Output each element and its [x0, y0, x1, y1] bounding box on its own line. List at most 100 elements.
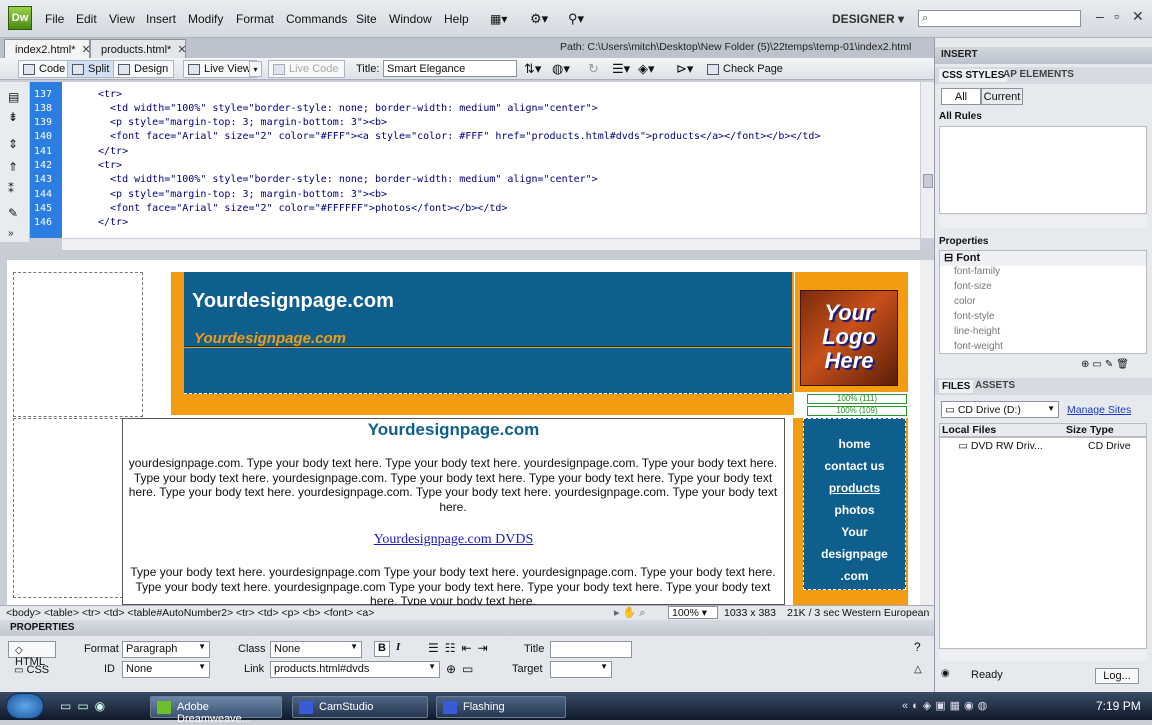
minimize-button[interactable]: – [1096, 8, 1104, 24]
list-indent-icons[interactable]: ☰☷⇤⇥ [428, 641, 494, 655]
system-tray-icons[interactable]: «◐◈▣▦◉◍ [902, 699, 991, 712]
local-files-header[interactable]: Local Files [942, 424, 996, 436]
close-button[interactable]: ✕ [1132, 8, 1144, 25]
id-select[interactable]: None ▼ [122, 661, 210, 678]
manage-sites-link[interactable]: Manage Sites [1067, 404, 1131, 416]
visual-aids-icon[interactable]: ◈▾ [638, 61, 655, 77]
property-row[interactable]: font-weight [940, 341, 1146, 356]
menu-window[interactable]: Window [389, 12, 432, 26]
menu-view[interactable]: View [109, 12, 135, 26]
taskbar-flashing[interactable]: Flashing [436, 696, 566, 718]
tab-css-styles[interactable]: CSS STYLES [939, 69, 1008, 82]
property-row[interactable]: font-family [940, 266, 1146, 281]
split-divider[interactable] [0, 250, 934, 260]
css-mode-button[interactable]: ▭ CSS [14, 664, 49, 676]
balance-braces-icon[interactable]: ⁑ [8, 182, 14, 196]
collapse-tag-icon[interactable]: ⇟ [8, 110, 18, 124]
expand-icon[interactable]: △ [914, 664, 922, 675]
type-header[interactable]: Type [1090, 424, 1114, 436]
window-size[interactable]: 1033 x 383 [724, 607, 776, 619]
taskbar-dreamweaver[interactable]: Adobe Dreamweave... [150, 696, 282, 725]
code-line[interactable]: <tr> [98, 160, 122, 171]
code-line[interactable]: <font face="Arial" size="2" color="#FFF"… [98, 131, 820, 142]
menu-commands[interactable]: Commands [286, 12, 347, 26]
select-tool-icon[interactable]: ▸ ✋ ⌕ [614, 606, 646, 620]
property-row[interactable]: font-size [940, 281, 1146, 296]
tab-assets[interactable]: ASSETS [975, 380, 1015, 391]
select-parent-tag-icon[interactable]: ⇑ [8, 160, 18, 174]
property-row[interactable]: font-style [940, 311, 1146, 326]
point-to-file-icon[interactable]: ⊕ [446, 662, 456, 676]
property-row[interactable]: color [940, 296, 1146, 311]
browse-folder-icon[interactable]: ▭ [462, 662, 473, 676]
link-input[interactable]: products.html#dvds ▼ [270, 661, 440, 678]
code-editor[interactable]: <tr> <td width="100%" style="border-styl… [62, 82, 920, 238]
refresh-icon[interactable]: ↻ [588, 61, 599, 77]
highlight-invalid-icon[interactable]: ✎ [8, 206, 18, 220]
validate-icon[interactable]: ⊳▾ [676, 61, 693, 77]
design-view-button[interactable]: Design [113, 60, 175, 78]
start-button[interactable] [6, 693, 44, 719]
class-select[interactable]: None ▼ [270, 641, 362, 658]
html-mode-button[interactable]: ◇ HTML [8, 641, 56, 668]
bold-button[interactable]: B [374, 641, 390, 657]
layout-icon[interactable]: ▦▾ [490, 12, 507, 26]
properties-header[interactable]: PROPERTIES [0, 620, 934, 636]
live-view-dropdown[interactable]: ▾ [249, 61, 262, 77]
format-select[interactable]: Paragraph ▼ [122, 641, 210, 658]
code-view-button[interactable]: Code [18, 60, 72, 78]
workspace-switcher[interactable]: DESIGNER ▾ [832, 12, 904, 26]
tab-files[interactable]: FILES [939, 380, 974, 393]
code-line[interactable]: </tr> [98, 217, 128, 228]
split-view-button[interactable]: Split [67, 60, 116, 78]
file-management-icon[interactable]: ⇅▾ [524, 61, 541, 77]
code-line[interactable]: </tr> [98, 146, 128, 157]
taskbar-camstudio[interactable]: CamStudio [292, 696, 428, 718]
code-line[interactable]: <tr> [98, 89, 122, 100]
rules-scrollbar[interactable] [939, 216, 1147, 228]
code-vertical-scrollbar[interactable] [920, 82, 934, 238]
tag-selector[interactable]: <body> <table> <tr> <td> <table#AutoNumb… [6, 607, 374, 619]
view-options-icon[interactable]: ☰▾ [612, 61, 630, 77]
insert-panel-header[interactable]: INSERT [935, 47, 1152, 64]
more-icon[interactable]: » [8, 228, 14, 239]
quick-launch-icons[interactable]: ▭▭◉ [60, 699, 111, 713]
nav-contact[interactable]: contact us [804, 459, 905, 481]
design-view[interactable]: Yourdesignpage.com Yourdesignpage.com Yo… [7, 260, 920, 605]
current-button[interactable]: Current [981, 88, 1023, 105]
size-header[interactable]: Size [1066, 424, 1087, 436]
tab-ap-elements[interactable]: AP ELEMENTS [1003, 69, 1074, 80]
clock[interactable]: 7:19 PM [1096, 699, 1141, 713]
menu-file[interactable]: File [45, 12, 64, 26]
dvds-link[interactable]: Yourdesignpage.com DVDS [122, 532, 785, 548]
extend-icon[interactable]: ⚙▾ [530, 11, 548, 27]
maximize-button[interactable]: ▫ [1114, 8, 1119, 24]
close-icon[interactable]: ✕ [177, 44, 186, 56]
nav-photos[interactable]: photos [804, 503, 905, 525]
drive-select[interactable]: ▭ CD Drive (D:) ▼ [941, 401, 1059, 418]
open-documents-icon[interactable]: ▤ [8, 90, 19, 104]
menu-help[interactable]: Help [444, 12, 469, 26]
css-properties-list[interactable]: ⊟ Font font-family font-size color font-… [939, 250, 1147, 354]
menu-modify[interactable]: Modify [188, 12, 223, 26]
menu-format[interactable]: Format [236, 12, 274, 26]
code-line[interactable]: <td width="100%" style="border-style: no… [98, 174, 598, 185]
rules-list[interactable] [939, 126, 1147, 214]
scroll-thumb[interactable] [923, 174, 933, 188]
tab-products[interactable]: products.html* ✕ [90, 39, 187, 58]
title-input[interactable]: Smart Elegance [383, 60, 517, 77]
files-list[interactable]: ▭ DVD RW Driv... CD Drive [939, 437, 1147, 649]
live-view-button[interactable]: Live View [183, 60, 257, 78]
menu-insert[interactable]: Insert [146, 12, 176, 26]
search-input[interactable]: ⌕ [918, 10, 1081, 27]
all-button[interactable]: All [941, 88, 981, 105]
tab-index2[interactable]: index2.html* ✕ [4, 39, 91, 58]
code-line[interactable]: <font face="Arial" size="2" color="#FFFF… [98, 203, 507, 214]
css-panel-actions[interactable]: ⊕▭✎🗑 [1081, 359, 1132, 370]
nav-home[interactable]: home [804, 437, 905, 459]
font-group-row[interactable]: ⊟ Font [940, 251, 1146, 266]
code-line[interactable]: <p style="margin-top: 3; margin-bottom: … [98, 189, 387, 200]
code-horizontal-scrollbar[interactable] [62, 238, 920, 250]
site-icon[interactable]: ⚲▾ [568, 11, 584, 27]
menu-edit[interactable]: Edit [76, 12, 97, 26]
